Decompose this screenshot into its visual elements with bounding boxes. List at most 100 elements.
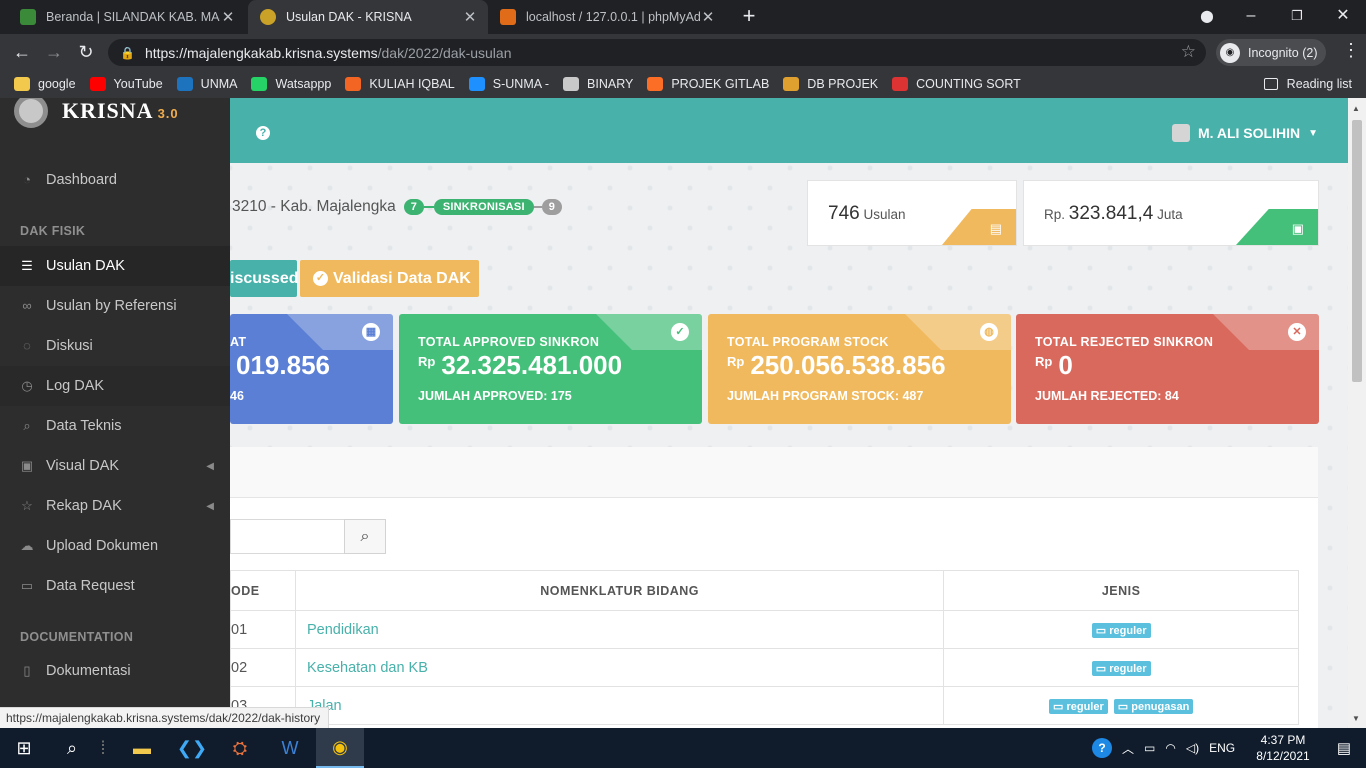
incognito-icon: ◉ <box>1220 42 1240 63</box>
table-row[interactable]: 03 Jalan ▭ reguler ▭ penugasan <box>230 686 1299 725</box>
sidebar-item-log-dak[interactable]: ◷ Log DAK <box>0 366 230 406</box>
language-indicator[interactable]: ENG <box>1209 741 1235 755</box>
close-tab-icon[interactable]: ✕ <box>462 8 478 26</box>
reading-list-label: Reading list <box>1286 77 1352 91</box>
bookmark-item[interactable]: UNMA <box>176 77 237 91</box>
incognito-label: Incognito (2) <box>1248 45 1318 60</box>
help-icon[interactable]: ? <box>256 126 270 140</box>
volume-icon[interactable]: ◁) <box>1186 741 1199 755</box>
panel-header <box>230 447 1318 498</box>
bookmark-item[interactable]: DB PROJEK <box>783 77 878 91</box>
search-icon[interactable]: ⌕ <box>48 728 96 768</box>
sidebar-item-rekap-dak[interactable]: ☆ Rekap DAK ◀ <box>0 486 230 526</box>
vscode-icon[interactable]: ❮❯ <box>168 728 216 768</box>
nomenklatur-link[interactable]: Pendidikan <box>307 622 379 638</box>
notification-icon[interactable]: ▤ <box>1320 728 1366 768</box>
bookmark-star-icon[interactable]: ☆ <box>1181 42 1196 62</box>
chevron-left-icon: ◀ <box>206 500 214 512</box>
krisna-logo[interactable]: KRISNA 3.0 <box>0 98 230 133</box>
bookmark-item[interactable]: S-UNMA - <box>468 77 550 91</box>
sidebar-item-visual-dak[interactable]: ▣ Visual DAK ◀ <box>0 446 230 486</box>
card-corner-icon: ✕ <box>1288 323 1306 341</box>
bookmark-item[interactable]: Watsappp <box>251 77 331 91</box>
discussed-button[interactable]: iscussed <box>230 260 298 297</box>
file-explorer-icon[interactable]: ▬ <box>118 728 166 768</box>
link-status-bar: https://majalengkakab.krisna.systems/dak… <box>0 707 330 728</box>
reload-icon[interactable]: ↻ <box>74 40 98 64</box>
sidebar: KRISNA 3.0 ◔ Dashboard DAK FISIK ☰ Usulan … <box>0 98 230 728</box>
sidebar-item-data-teknis[interactable]: ⌕ Data Teknis <box>0 406 230 446</box>
git-tool-icon[interactable]: ⛭ <box>216 728 264 768</box>
bookmark-favicon-icon <box>251 77 268 91</box>
clock[interactable]: 4:37 PM 8/12/2021 <box>1252 732 1314 764</box>
card-corner-icon: ◍ <box>980 323 998 341</box>
chrome-icon[interactable]: ◉ <box>316 728 364 768</box>
sidebar-item-dokumentasi[interactable]: ▯ Dokumentasi <box>0 651 230 691</box>
bookmark-item[interactable]: COUNTING SORT <box>892 77 1021 91</box>
tab-krisna-active[interactable]: Usulan DAK - KRISNA ✕ <box>248 0 488 34</box>
nomenklatur-link[interactable]: Kesehatan dan KB <box>307 660 428 676</box>
close-tab-icon[interactable]: ✕ <box>700 8 716 26</box>
lock-icon: 🔒 <box>120 45 135 60</box>
user-menu[interactable]: M. ALI SOLIHIN ▼ <box>1171 124 1318 142</box>
reading-list-button[interactable]: Reading list <box>1263 77 1352 91</box>
sidebar-item-dashboard[interactable]: ◔ Dashboard <box>0 160 230 200</box>
close-tab-icon[interactable]: ✕ <box>220 8 236 26</box>
chevron-up-icon[interactable]: ︿ <box>1122 740 1134 757</box>
card-title: TOTAL APPROVED SINKRON <box>418 335 600 349</box>
word-icon[interactable]: W <box>266 728 314 768</box>
search-button[interactable]: ⌕ <box>344 519 386 554</box>
bookmark-item[interactable]: BINARY <box>563 77 633 91</box>
sidebar-item-usulan-dak[interactable]: ☰ Usulan DAK <box>0 246 230 286</box>
bookmark-item[interactable]: KULIAH IQBAL <box>345 77 455 91</box>
tab-silandak[interactable]: Beranda | SILANDAK KAB. MAJAL ✕ <box>8 0 246 34</box>
restore-button[interactable]: ❐ <box>1274 0 1320 32</box>
incognito-badge[interactable]: ◉ Incognito (2) <box>1216 39 1326 66</box>
bookmark-label: S-UNMA - <box>492 77 550 91</box>
close-window-button[interactable]: ✕ <box>1320 0 1366 32</box>
bookmark-item[interactable]: YouTube <box>89 77 163 91</box>
back-arrow-icon[interactable]: ← <box>10 40 34 64</box>
header-nomenklatur[interactable]: NOMENKLATUR BIDANG <box>294 570 945 611</box>
search-input[interactable] <box>230 519 345 554</box>
header-kode[interactable]: ODE <box>230 570 296 611</box>
sidebar-item-diskusi[interactable]: ◌ Diskusi <box>0 326 230 366</box>
scrollbar-thumb[interactable] <box>1352 120 1362 382</box>
browser-menu-icon[interactable]: ⋮ <box>1342 40 1360 61</box>
new-tab-button[interactable]: + <box>738 4 760 28</box>
scroll-up-icon[interactable]: ▲ <box>1352 104 1360 113</box>
phpmyadmin-favicon-icon <box>500 9 516 25</box>
help-tray-icon[interactable]: ? <box>1092 738 1112 758</box>
task-view-icon[interactable]: ⁞ <box>96 728 110 768</box>
nomenklatur-cell[interactable]: Jalan <box>294 686 945 725</box>
bookmark-item[interactable]: PROJEK GITLAB <box>647 77 769 91</box>
table-row[interactable]: 01 Pendidikan ▭ reguler <box>230 610 1299 649</box>
windows-start-icon[interactable]: ⊞ <box>0 728 48 768</box>
nomenklatur-cell[interactable]: Kesehatan dan KB <box>294 648 945 687</box>
nomenklatur-cell[interactable]: Pendidikan <box>294 610 945 649</box>
sidebar-item-usulan-by-referensi[interactable]: ∞ Usulan by Referensi <box>0 286 230 326</box>
scroll-down-icon[interactable]: ▼ <box>1352 714 1360 723</box>
bookmark-item[interactable]: google <box>14 77 76 91</box>
tab-phpmyadmin[interactable]: localhost / 127.0.0.1 | phpMyAdm ✕ <box>488 0 726 34</box>
sidebar-item-upload-dokumen[interactable]: ☁ Upload Dokumen <box>0 526 230 566</box>
kode-cell: 01 <box>230 610 296 649</box>
card-subtitle: JUMLAH APPROVED: 175 <box>418 389 572 403</box>
wifi-icon[interactable]: ◠ <box>1165 741 1175 755</box>
jenis-cell: ▭ reguler <box>943 610 1299 649</box>
header-jenis[interactable]: JENIS <box>943 570 1299 611</box>
battery-icon[interactable]: ▭ <box>1144 741 1155 755</box>
validasi-data-dak-button[interactable]: ✓ Validasi Data DAK <box>300 260 479 297</box>
sidebar-item-data-request[interactable]: ▭ Data Request <box>0 566 230 606</box>
table-row[interactable]: 02 Kesehatan dan KB ▭ reguler <box>230 648 1299 687</box>
chevron-left-icon: ◀ <box>206 460 214 472</box>
bookmark-label: KULIAH IQBAL <box>369 77 455 91</box>
minimize-button[interactable]: – <box>1228 0 1274 32</box>
address-bar[interactable]: 🔒 https://majalengkakab.krisna.systems/d… <box>108 39 1206 66</box>
tab-search-icon[interactable]: ⬤ <box>1184 0 1230 32</box>
page-scrollbar[interactable]: ▲ ▼ <box>1348 98 1366 728</box>
jenis-label: ▭ reguler <box>1049 698 1108 714</box>
sync-badge[interactable]: SINKRONISASI <box>433 199 534 215</box>
sidebar-item-label: Visual DAK <box>46 458 120 474</box>
forward-arrow-icon[interactable]: → <box>42 40 66 64</box>
